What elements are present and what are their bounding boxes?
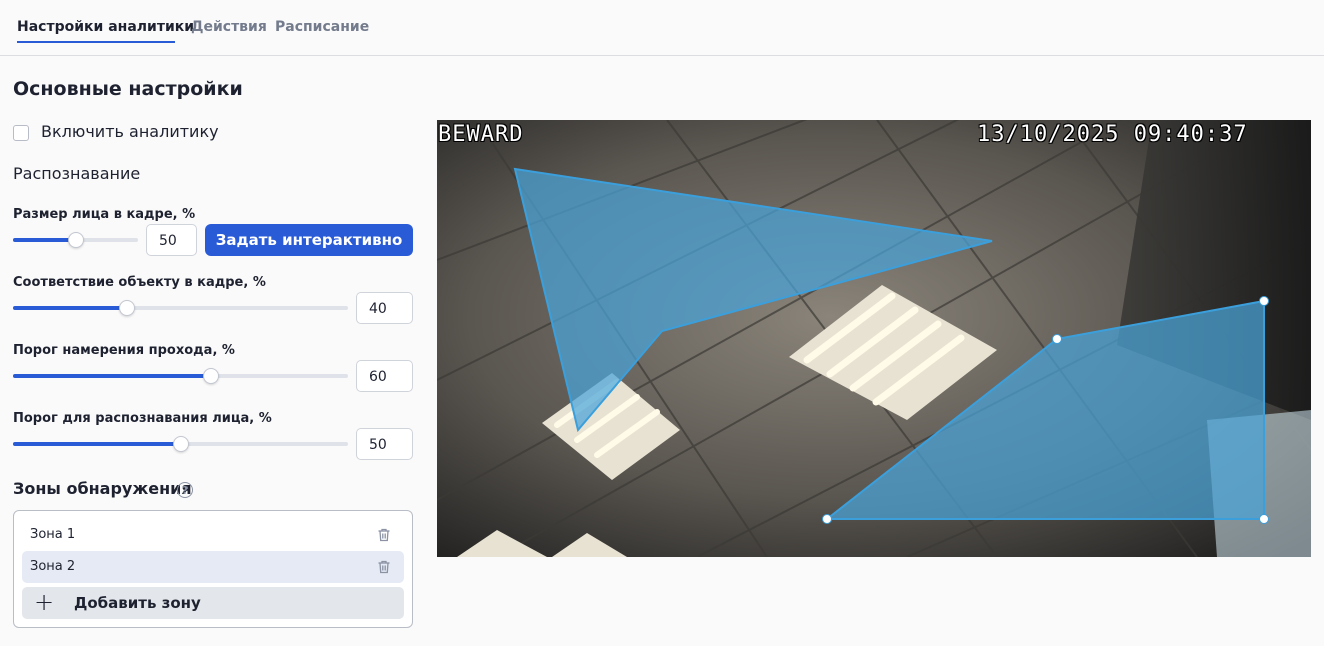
tab-actions[interactable]: Действия bbox=[191, 19, 267, 35]
tab-analytics-settings[interactable]: Настройки аналитики bbox=[17, 19, 194, 35]
slider-thumb[interactable] bbox=[67, 232, 84, 248]
face-size-label: Размер лица в кадре, % bbox=[13, 207, 196, 222]
slider-thumb[interactable] bbox=[202, 368, 219, 384]
add-zone-button[interactable]: + Добавить зону bbox=[22, 587, 404, 619]
active-tab-indicator bbox=[17, 41, 175, 43]
zone-item-2[interactable]: Зона 2 bbox=[22, 551, 404, 583]
face-size-slider[interactable] bbox=[13, 232, 138, 248]
camera-view[interactable]: BEWARD 13/10/2025 09:40:37 bbox=[437, 120, 1311, 557]
slider-fill bbox=[13, 306, 127, 310]
object-match-input[interactable]: 40 bbox=[356, 292, 413, 324]
pass-intent-input[interactable]: 60 bbox=[356, 360, 413, 392]
camera-frame bbox=[437, 120, 1311, 557]
slider-thumb[interactable] bbox=[172, 436, 189, 452]
trash-icon[interactable] bbox=[376, 527, 392, 543]
pass-intent-slider[interactable] bbox=[13, 368, 348, 384]
tab-schedule[interactable]: Расписание bbox=[275, 19, 369, 35]
object-match-slider[interactable] bbox=[13, 300, 348, 316]
slider-fill bbox=[13, 374, 211, 378]
face-recognition-slider[interactable] bbox=[13, 436, 348, 452]
add-zone-label: Добавить зону bbox=[74, 594, 201, 612]
object-match-label: Соответствие объекту в кадре, % bbox=[13, 275, 266, 290]
zone-name: Зона 1 bbox=[30, 527, 76, 542]
zones-title: Зоны обнаружения bbox=[13, 479, 192, 498]
zone-item-1[interactable]: Зона 1 bbox=[22, 519, 404, 551]
camera-brand-overlay: BEWARD bbox=[438, 122, 524, 147]
face-recognition-input[interactable]: 50 bbox=[356, 428, 413, 460]
camera-timestamp-overlay: 13/10/2025 09:40:37 bbox=[977, 122, 1248, 147]
help-icon[interactable]: ? bbox=[177, 482, 193, 498]
face-recognition-label: Порог для распознавания лица, % bbox=[13, 411, 272, 426]
recognition-subtitle: Распознавание bbox=[13, 164, 141, 183]
plus-icon: + bbox=[34, 588, 55, 616]
tab-bar: Настройки аналитики Действия Расписание bbox=[0, 0, 1324, 56]
trash-icon[interactable] bbox=[376, 559, 392, 575]
slider-fill bbox=[13, 442, 181, 446]
enable-analytics-label[interactable]: Включить аналитику bbox=[41, 122, 219, 141]
set-interactive-button[interactable]: Задать интерактивно bbox=[205, 224, 413, 256]
pass-intent-label: Порог намерения прохода, % bbox=[13, 343, 235, 358]
section-title: Основные настройки bbox=[13, 78, 243, 100]
face-size-input[interactable]: 50 bbox=[146, 224, 197, 256]
slider-fill bbox=[13, 238, 76, 242]
enable-analytics-checkbox[interactable] bbox=[13, 125, 29, 141]
slider-thumb[interactable] bbox=[118, 300, 135, 316]
zone-name: Зона 2 bbox=[30, 559, 76, 574]
zones-list: Зона 1 Зона 2 + Добавить зону bbox=[13, 510, 413, 628]
